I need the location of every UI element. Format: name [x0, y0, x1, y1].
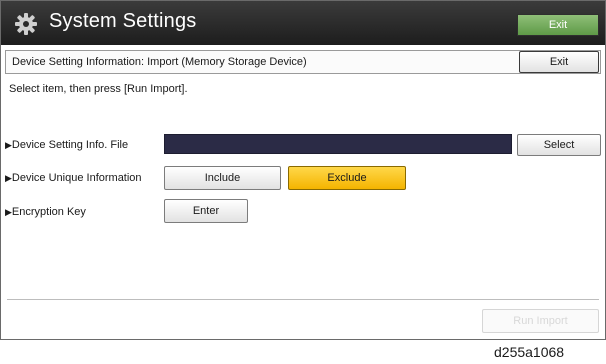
exit-button[interactable]: Exit: [519, 51, 599, 73]
settings-panel: System Settings Exit Device Setting Info…: [0, 0, 606, 340]
triangle-right-icon: ▶: [5, 173, 12, 183]
figure-caption: d255a1068: [494, 344, 565, 360]
encryption-row-label-text: Encryption Key: [11, 206, 86, 218]
encryption-row-label: ▶Encryption Key: [5, 206, 86, 218]
gear-icon: [15, 13, 37, 35]
unique-row-label-text: Device Unique Information: [11, 172, 142, 184]
page-title: System Settings: [49, 10, 197, 32]
unique-row-label: ▶Device Unique Information: [5, 172, 142, 184]
subheader-title: Device Setting Information: Import (Memo…: [12, 56, 307, 68]
triangle-right-icon: ▶: [5, 207, 12, 217]
exclude-button[interactable]: Exclude: [288, 166, 406, 190]
instruction-text: Select item, then press [Run Import].: [9, 83, 188, 95]
title-exit-button[interactable]: Exit: [517, 14, 599, 36]
file-row-label: ▶Device Setting Info. File: [5, 139, 128, 151]
title-bar: System Settings Exit: [1, 1, 605, 45]
include-button[interactable]: Include: [164, 166, 281, 190]
run-import-button[interactable]: Run Import: [482, 309, 599, 333]
divider: [7, 299, 599, 300]
subheader-bar: Device Setting Information: Import (Memo…: [5, 50, 601, 74]
device-setting-file-field[interactable]: [164, 134, 512, 154]
file-row-label-text: Device Setting Info. File: [11, 139, 129, 151]
select-button[interactable]: Select: [517, 134, 601, 156]
enter-button[interactable]: Enter: [164, 199, 248, 223]
triangle-right-icon: ▶: [5, 140, 12, 150]
